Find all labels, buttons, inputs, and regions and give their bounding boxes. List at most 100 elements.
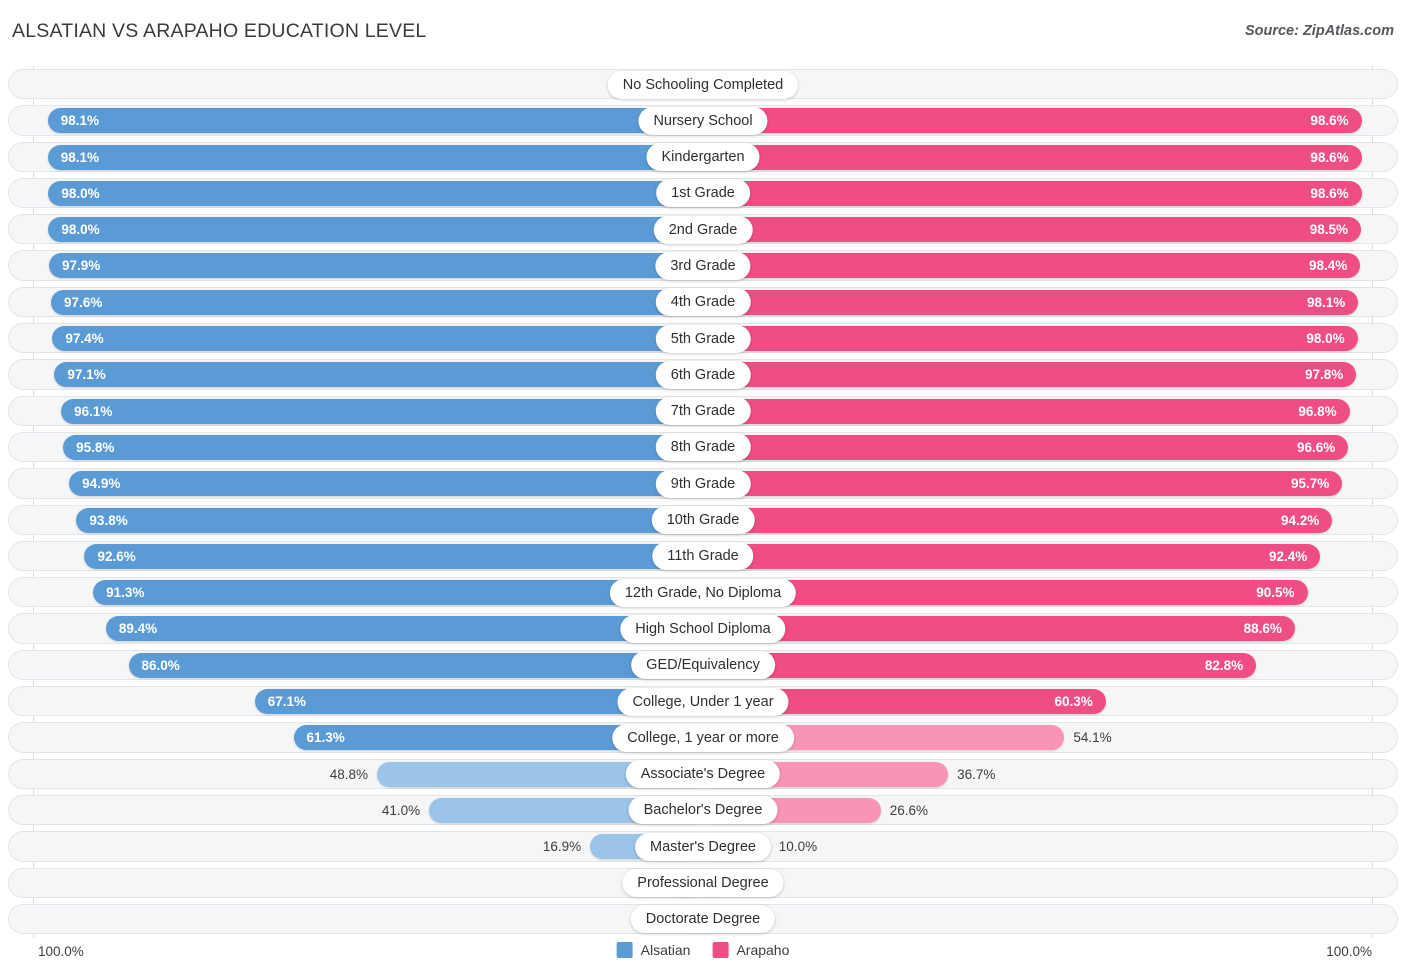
category-label[interactable]: High School Diploma (620, 614, 786, 643)
category-label[interactable]: 6th Grade (655, 360, 751, 389)
bar-value-arapaho: 98.5% (1309, 222, 1348, 238)
chart-row: 92.6% 92.4% 11th Grade (0, 538, 1406, 574)
bar-value-alsatian: 98.0% (61, 185, 100, 201)
bar-arapaho[interactable]: 96.8% (703, 398, 1350, 424)
bar-value-arapaho: 2.1% (726, 72, 1406, 97)
bar-value-alsatian: 67.1% (267, 694, 307, 710)
bar-value-alsatian: 92.6% (97, 548, 136, 564)
bar-arapaho[interactable]: 97.8% (703, 362, 1357, 388)
bar-value-arapaho: 1.2% (722, 907, 1406, 932)
category-label[interactable]: Nursery School (638, 106, 768, 135)
category-label[interactable]: Associate's Degree (625, 760, 781, 789)
category-label[interactable]: 3rd Grade (655, 251, 751, 280)
bar-arapaho[interactable]: 82.8% (703, 652, 1257, 678)
chart-row: 2.1% 1.2%Doctorate Degree (0, 901, 1406, 937)
category-label[interactable]: 11th Grade (652, 542, 754, 571)
bar-alsatian[interactable]: 95.8% (63, 434, 703, 460)
category-label[interactable]: Professional Degree (622, 869, 784, 898)
bar-arapaho[interactable]: 95.7% (703, 471, 1343, 497)
bar-value-alsatian: 98.1% (60, 113, 99, 129)
category-label[interactable]: 7th Grade (655, 397, 751, 426)
category-label[interactable]: College, 1 year or more (612, 723, 794, 752)
bar-arapaho[interactable]: 98.5% (703, 217, 1361, 243)
bar-value-alsatian: 97.6% (64, 294, 103, 310)
category-label[interactable]: 12th Grade, No Diploma (609, 578, 797, 607)
bar-value-alsatian: 89.4% (118, 621, 158, 637)
bar-arapaho[interactable]: 94.2% (703, 507, 1333, 533)
bar-value-arapaho: 98.4% (1309, 258, 1348, 274)
category-label[interactable]: 8th Grade (655, 433, 751, 462)
legend-item[interactable]: Alsatian (616, 942, 690, 958)
category-label[interactable]: 9th Grade (655, 469, 751, 498)
legend-swatch-icon (616, 942, 633, 958)
chart-row: 67.1% 60.3% College, Under 1 year (0, 683, 1406, 719)
bar-value-arapaho: 96.8% (1298, 403, 1337, 419)
bar-value-alsatian: 41.0% (381, 802, 421, 818)
bar-value-alsatian: 2.1% (0, 907, 680, 932)
category-label[interactable]: Bachelor's Degree (628, 796, 778, 825)
bar-alsatian[interactable]: 98.0% (48, 217, 703, 243)
bar-alsatian[interactable]: 97.9% (49, 253, 703, 279)
chart-root: ALSATIAN VS ARAPAHO EDUCATION LEVEL Sour… (0, 0, 1406, 975)
bar-alsatian[interactable]: 93.8% (76, 507, 703, 533)
bar-alsatian[interactable]: 89.4% (105, 616, 703, 642)
bar-arapaho[interactable]: 98.4% (703, 253, 1361, 279)
axis-max-left: 100.0% (38, 944, 84, 959)
category-label[interactable]: 5th Grade (655, 324, 751, 353)
category-label[interactable]: Doctorate Degree (630, 905, 776, 934)
bar-value-alsatian: 94.9% (82, 476, 121, 492)
bar-alsatian[interactable]: 97.6% (51, 289, 703, 315)
bar-value-arapaho: 26.6% (889, 802, 928, 818)
bar-value-arapaho: 94.2% (1280, 512, 1320, 528)
category-label[interactable]: No Schooling Completed (607, 70, 799, 99)
bar-arapaho[interactable]: 98.6% (703, 144, 1362, 170)
bar-value-arapaho: 60.3% (1054, 694, 1093, 710)
chart-footer: 100.0% Alsatian Arapaho 100.0% (0, 938, 1406, 975)
bar-alsatian[interactable]: 94.9% (69, 471, 703, 497)
chart-row: 98.1% 98.6% Nursery School (0, 102, 1406, 138)
bar-value-arapaho: 98.0% (1306, 331, 1345, 347)
bar-value-alsatian: 98.1% (60, 149, 99, 165)
category-label[interactable]: 1st Grade (656, 179, 750, 208)
bar-arapaho[interactable]: 98.1% (703, 289, 1359, 315)
legend-item[interactable]: Arapaho (712, 942, 789, 958)
category-label[interactable]: GED/Equivalency (631, 651, 775, 680)
bar-value-alsatian: 48.8% (329, 766, 369, 782)
bar-arapaho[interactable]: 92.4% (703, 543, 1321, 569)
category-label[interactable]: College, Under 1 year (617, 687, 789, 716)
bar-arapaho[interactable]: 98.6% (703, 108, 1362, 134)
category-label[interactable]: 4th Grade (655, 288, 751, 317)
bar-value-arapaho: 92.4% (1268, 548, 1308, 564)
category-label[interactable]: Kindergarten (646, 143, 760, 172)
chart-row: 97.1% 97.8% 6th Grade (0, 356, 1406, 392)
bar-value-arapaho: 90.5% (1256, 585, 1295, 601)
bar-value-alsatian: 2.0% (0, 72, 681, 97)
bar-alsatian[interactable]: 98.1% (47, 144, 703, 170)
chart-row: 61.3% 54.1% College, 1 year or more (0, 719, 1406, 755)
chart-row: 94.9% 95.7% 9th Grade (0, 465, 1406, 501)
bar-arapaho[interactable]: 96.6% (703, 434, 1349, 460)
chart-row: 5.2% 2.9%Professional Degree (0, 865, 1406, 901)
chart-row: 86.0% 82.8% GED/Equivalency (0, 647, 1406, 683)
bar-alsatian[interactable]: 96.1% (61, 398, 703, 424)
category-label[interactable]: Master's Degree (635, 832, 771, 861)
bar-value-alsatian: 91.3% (106, 585, 145, 601)
bar-arapaho[interactable]: 98.6% (703, 180, 1362, 206)
bar-alsatian[interactable]: 86.0% (128, 652, 703, 678)
bar-arapaho[interactable]: 88.6% (703, 616, 1295, 642)
bar-alsatian[interactable]: 97.4% (52, 326, 703, 352)
bar-alsatian[interactable]: 97.1% (54, 362, 703, 388)
chart-row: 97.4% 98.0% 5th Grade (0, 320, 1406, 356)
category-label[interactable]: 2nd Grade (653, 215, 753, 244)
bar-alsatian[interactable]: 92.6% (84, 543, 703, 569)
bar-value-alsatian: 97.4% (65, 331, 104, 347)
bar-value-arapaho: 98.6% (1310, 149, 1349, 165)
bar-value-arapaho: 36.7% (957, 766, 996, 782)
page-title: ALSATIAN VS ARAPAHO EDUCATION LEVEL (12, 20, 427, 42)
category-label[interactable]: 10th Grade (651, 506, 755, 535)
bar-alsatian[interactable]: 98.0% (48, 180, 703, 206)
bar-value-arapaho: 54.1% (1073, 730, 1112, 746)
chart-row: 48.8% 36.7% Associate's Degree (0, 756, 1406, 792)
bar-arapaho[interactable]: 98.0% (703, 326, 1358, 352)
bar-alsatian[interactable]: 98.1% (47, 108, 703, 134)
